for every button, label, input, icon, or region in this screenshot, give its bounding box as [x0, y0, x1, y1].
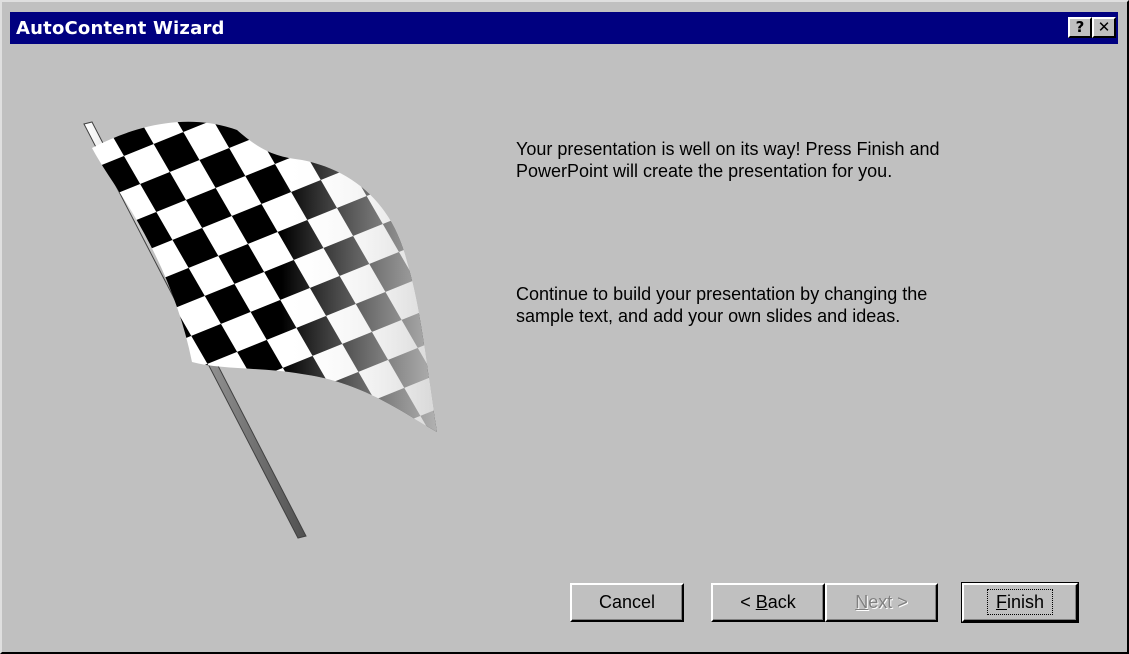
cancel-button[interactable]: Cancel: [570, 583, 684, 622]
title-bar[interactable]: AutoContent Wizard ? ✕: [10, 12, 1118, 44]
autocontent-wizard-window: AutoContent Wizard ? ✕ Your presentation…: [0, 0, 1129, 654]
next-rest: ext >: [868, 592, 908, 612]
finish-mnemonic: F: [995, 592, 1007, 612]
close-button[interactable]: ✕: [1092, 17, 1116, 38]
back-mnemonic: B: [755, 592, 768, 612]
back-button[interactable]: < Back: [711, 583, 825, 622]
message-continue: Continue to build your presentation by c…: [516, 284, 928, 326]
window-title: AutoContent Wizard: [16, 18, 225, 39]
message-finish: Your presentation is well on its way! Pr…: [516, 139, 940, 181]
back-rest: ack: [767, 592, 796, 612]
checkered-flag-icon: [83, 121, 437, 539]
finish-focus: Finish: [986, 589, 1054, 615]
finish-rest: inish: [1006, 592, 1045, 612]
next-button: Next >: [825, 583, 938, 622]
help-button[interactable]: ?: [1068, 17, 1092, 38]
back-prefix: <: [740, 592, 756, 612]
next-mnemonic: N: [855, 592, 869, 612]
finish-button[interactable]: Finish: [961, 582, 1079, 623]
